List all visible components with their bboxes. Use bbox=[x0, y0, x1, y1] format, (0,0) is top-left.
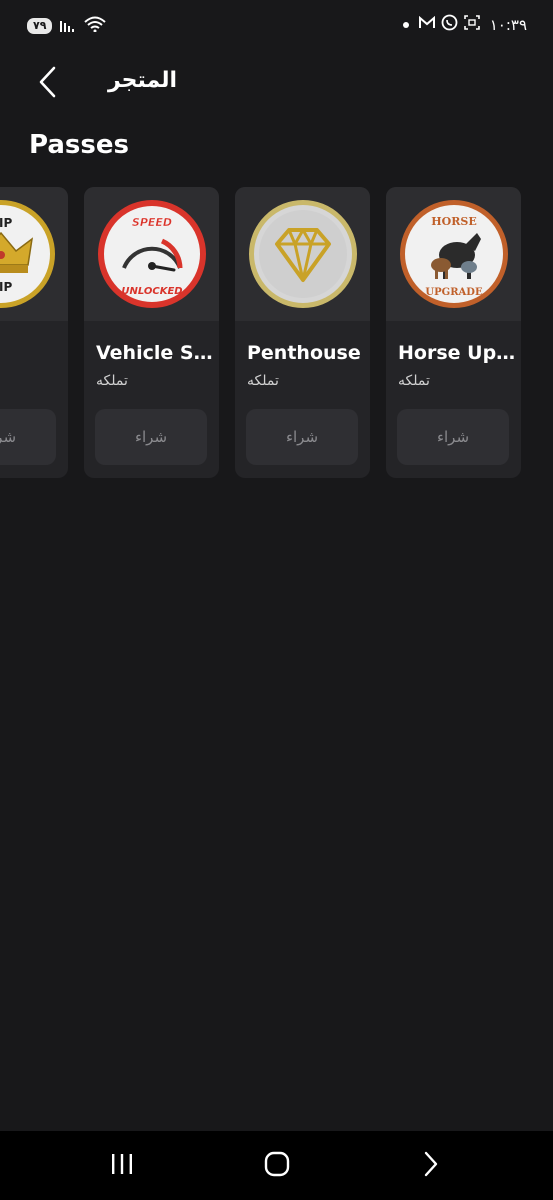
passes-carousel[interactable]: VIP VIP شراء SPEED UNLOCKED bbox=[0, 187, 553, 479]
pass-card-vip[interactable]: VIP VIP شراء bbox=[0, 187, 68, 478]
chevron-left-icon bbox=[38, 66, 58, 102]
speed-bottom-text: UNLOCKED bbox=[121, 286, 182, 297]
vip-bottom-text: VIP bbox=[0, 280, 12, 294]
pass-card-vehicle[interactable]: SPEED UNLOCKED Vehicle S... تملكه شراء bbox=[84, 187, 219, 478]
buy-button[interactable]: شراء bbox=[397, 409, 509, 465]
clock: ١٠:٣٩ bbox=[489, 15, 527, 34]
vip-top-text: VIP bbox=[0, 216, 12, 230]
nav-back-button[interactable] bbox=[411, 1149, 451, 1183]
horse-upgrade-badge: HORSE UPGRADE bbox=[399, 200, 508, 308]
page-title: المتجر bbox=[108, 68, 178, 93]
speed-top-text: SPEED bbox=[131, 216, 171, 229]
pass-image: HORSE UPGRADE bbox=[386, 187, 521, 321]
whatsapp-icon bbox=[441, 14, 458, 35]
chevron-right-icon bbox=[423, 1151, 439, 1181]
pass-card-horse[interactable]: HORSE UPGRADE Horse Up... تملكه شراء bbox=[386, 187, 521, 478]
pass-owned-label: تملكه bbox=[398, 373, 430, 389]
gmail-icon bbox=[418, 15, 435, 33]
wifi-icon bbox=[84, 16, 107, 36]
pass-image bbox=[235, 187, 370, 321]
recent-apps-button[interactable] bbox=[102, 1149, 142, 1183]
pass-name: Vehicle S... bbox=[96, 342, 214, 364]
pass-image: SPEED UNLOCKED bbox=[84, 187, 219, 321]
home-icon bbox=[264, 1151, 290, 1181]
speed-unlocked-badge: SPEED UNLOCKED bbox=[97, 200, 206, 308]
buy-button[interactable]: شراء bbox=[246, 409, 358, 465]
battery-indicator: ٧٩ bbox=[27, 18, 53, 34]
pass-name: Horse Up... bbox=[398, 342, 516, 364]
horse-top-text: HORSE bbox=[431, 215, 476, 228]
crown-vip-badge: VIP VIP bbox=[0, 200, 55, 308]
pass-owned-label: تملكه bbox=[96, 373, 128, 389]
home-button[interactable] bbox=[257, 1149, 297, 1183]
notification-dot bbox=[402, 21, 409, 28]
pass-name: Penthouse bbox=[247, 342, 361, 364]
gold-diamond-badge bbox=[248, 200, 357, 308]
pass-image: VIP VIP bbox=[0, 187, 68, 321]
status-bar: ٧٩ ١٠:٣٩ bbox=[0, 0, 553, 56]
app-bar: المتجر bbox=[0, 56, 553, 112]
back-button[interactable] bbox=[30, 66, 66, 102]
buy-button[interactable]: شراء bbox=[95, 409, 207, 465]
recent-apps-icon bbox=[110, 1153, 134, 1179]
pass-card-penthouse[interactable]: Penthouse تملكه شراء bbox=[235, 187, 370, 478]
status-left: ٧٩ bbox=[27, 16, 107, 36]
buy-button[interactable]: شراء bbox=[0, 409, 56, 465]
horse-bottom-text: UPGRADE bbox=[425, 287, 483, 298]
signal-icon bbox=[60, 17, 76, 36]
system-nav-bar bbox=[0, 1131, 553, 1200]
pass-owned-label: تملكه bbox=[247, 373, 279, 389]
section-title: Passes bbox=[29, 130, 129, 160]
screenshot-icon bbox=[463, 15, 480, 34]
status-right: ١٠:٣٩ bbox=[402, 14, 527, 35]
